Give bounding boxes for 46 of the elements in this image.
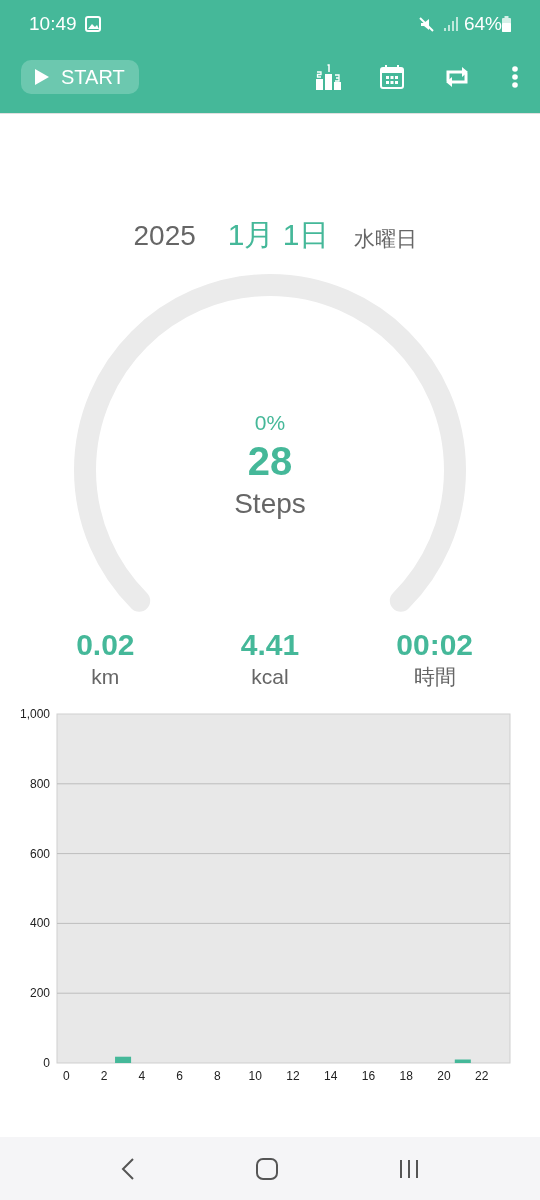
stat-unit: kcal [251, 664, 289, 690]
mute-icon [417, 15, 435, 33]
x-tick-label: 14 [324, 1069, 338, 1083]
image-icon [84, 16, 101, 32]
x-tick-label: 2 [100, 1069, 108, 1083]
y-tick-label: 0 [43, 1056, 50, 1070]
x-tick-label: 20 [437, 1069, 451, 1083]
battery-icon [502, 16, 511, 32]
y-tick-label: 600 [29, 846, 50, 861]
signal-icon [442, 16, 458, 32]
steps-label: Steps [234, 487, 306, 521]
stat-unit: km [91, 664, 120, 690]
start-button[interactable]: START [21, 59, 139, 94]
status-time: 10:49 [29, 11, 77, 36]
bar [454, 1059, 471, 1063]
stat-value: 0.02 [76, 627, 135, 663]
goal-percent: 0% [254, 410, 286, 436]
x-tick-label: 18 [399, 1069, 413, 1083]
y-tick-label: 1,000 [19, 707, 50, 721]
x-tick-label: 8 [214, 1069, 221, 1083]
back-icon[interactable] [120, 1157, 135, 1180]
bar [115, 1056, 132, 1063]
date-text: 1月 1日 [227, 217, 330, 253]
play-icon [35, 68, 49, 85]
home-icon[interactable] [256, 1157, 278, 1180]
x-tick-label: 16 [361, 1069, 376, 1083]
x-tick-label: 4 [138, 1069, 146, 1083]
ranking-icon[interactable] [315, 63, 341, 90]
year-text: 2025 [133, 219, 196, 253]
x-tick-label: 12 [286, 1069, 300, 1083]
battery-percent: 64% [463, 11, 502, 36]
weekday-text: 水曜日 [353, 225, 417, 252]
stat-unit: 時間 [413, 664, 456, 690]
x-tick-label: 10 [248, 1069, 262, 1083]
x-tick-label: 0 [63, 1069, 70, 1083]
stat-value: 00:02 [396, 627, 474, 663]
more-icon[interactable] [511, 65, 519, 88]
x-tick-label: 6 [176, 1069, 184, 1083]
stat-value: 4.41 [240, 627, 300, 663]
step-count: 28 [247, 438, 293, 485]
y-tick-label: 400 [29, 916, 50, 931]
x-tick-label: 22 [475, 1069, 489, 1083]
y-tick-label: 200 [29, 986, 50, 1001]
y-tick-label: 800 [29, 776, 50, 791]
calendar-icon[interactable] [379, 63, 405, 90]
recents-icon[interactable] [399, 1158, 420, 1179]
